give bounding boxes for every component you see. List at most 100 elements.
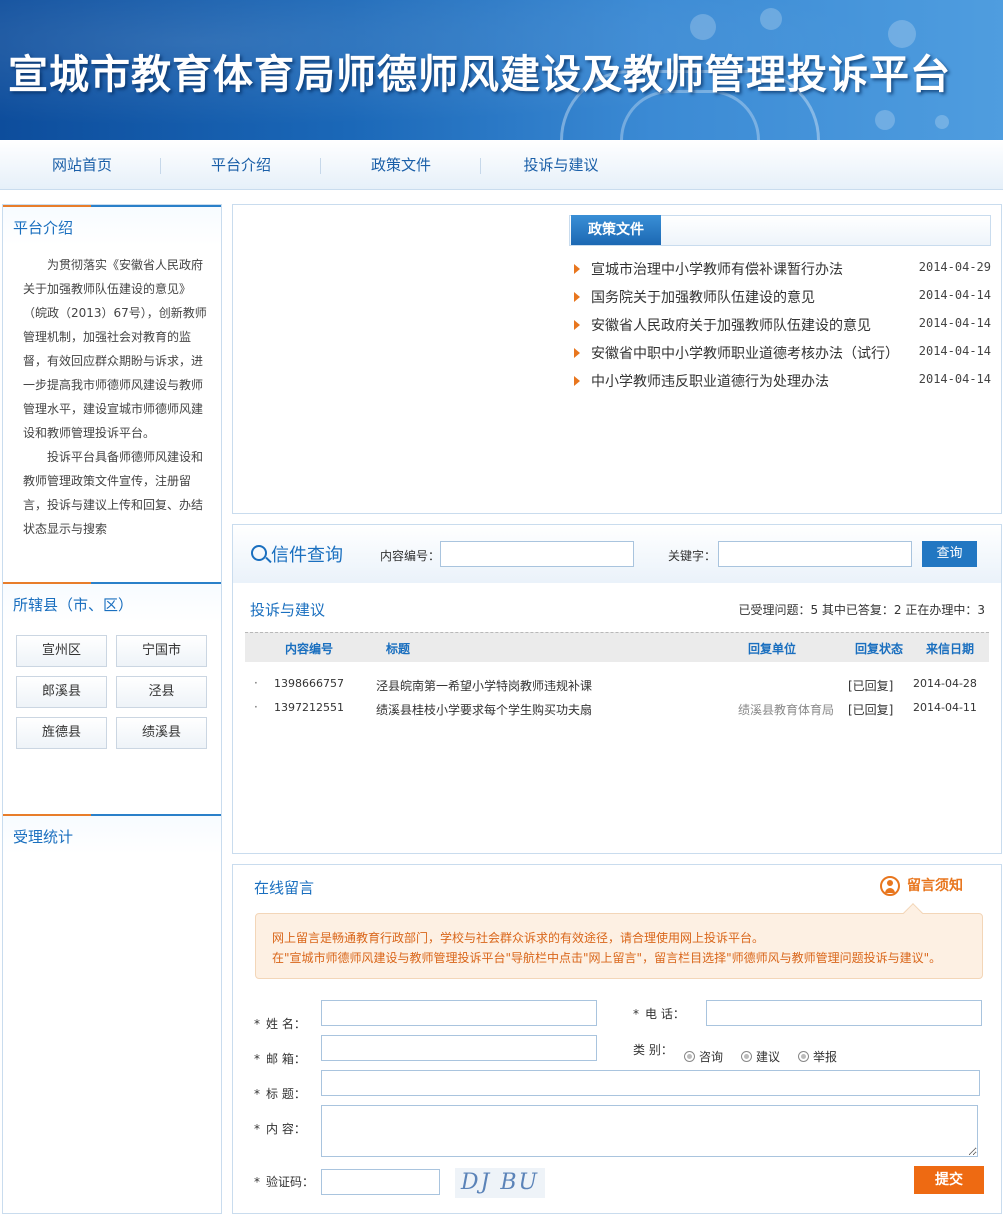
content-label: * 内 容： [254, 1120, 306, 1137]
row-title[interactable]: 泾县皖南第一希望小学特岗教师违规补课 [376, 677, 592, 694]
option-label: 建议 [756, 1050, 781, 1064]
stats-panel-header: 受理统计 [3, 814, 221, 854]
keyword-input[interactable] [718, 541, 912, 567]
triangle-bullet-icon [574, 376, 580, 386]
triangle-bullet-icon [574, 320, 580, 330]
phone-input[interactable] [706, 1000, 982, 1026]
counties-panel: 所辖县（市、区） 宣州区 宁国市 郎溪县 泾县 旌德县 绩溪县 [2, 582, 222, 814]
row-date: 2014-04-28 [913, 677, 977, 690]
row-status: [已回复] [848, 679, 894, 693]
header-accent [3, 582, 91, 584]
policy-item-title: 安徽省中职中小学教师职业道德考核办法（试行） [591, 346, 899, 362]
policy-item-date: 2014-04-14 [918, 372, 991, 386]
category-option-report[interactable]: 举报 [798, 1048, 837, 1065]
county-button-jingxian[interactable]: 泾县 [116, 676, 207, 708]
column-header-status: 回复状态 [855, 642, 904, 656]
banner-bubble [935, 115, 949, 129]
intro-panel-header: 平台介绍 [3, 205, 221, 245]
row-code: 1398666757 [274, 677, 344, 690]
triangle-bullet-icon [574, 348, 580, 358]
row-code: 1397212551 [274, 701, 344, 714]
row-bullet: · [254, 676, 258, 690]
email-label: * 邮 箱： [254, 1050, 306, 1067]
row-date: 2014-04-11 [913, 701, 977, 714]
query-button[interactable]: 查询 [922, 541, 977, 567]
intro-title: 平台介绍 [13, 219, 74, 237]
nav-home[interactable]: 网站首页 [2, 140, 162, 190]
nav-intro[interactable]: 平台介绍 [161, 140, 321, 190]
captcha-input[interactable] [321, 1169, 440, 1195]
county-button-xuanzhou[interactable]: 宣州区 [16, 635, 107, 667]
content-textarea[interactable] [321, 1105, 978, 1157]
policy-item-date: 2014-04-14 [918, 316, 991, 330]
site-title: 宣城市教育体育局师德师风建设及教师管理投诉平台 [8, 52, 951, 98]
policy-item[interactable]: 中小学教师违反职业道德行为处理办法 2014-04-14 [571, 367, 991, 395]
captcha-label-text: 验证码： [266, 1175, 315, 1189]
row-bullet: · [254, 700, 258, 714]
category-option-consult[interactable]: 咨询 [684, 1048, 723, 1065]
category-label: 类 别： [633, 1043, 673, 1057]
notice-box: 网上留言是畅通教育行政部门，学校与社会群众诉求的有效途径，请合理使用网上投诉平台… [255, 903, 983, 979]
header-accent [3, 205, 91, 207]
captcha-image[interactable]: DJ BU [455, 1168, 545, 1198]
tab-policy[interactable]: 政策文件 [571, 215, 661, 245]
notice-caret [903, 903, 923, 923]
option-label: 举报 [813, 1050, 838, 1064]
county-button-ningguo[interactable]: 宁国市 [116, 635, 207, 667]
site-banner: 宣城市教育体育局师德师风建设及教师管理投诉平台 [0, 0, 1003, 140]
subject-input[interactable] [321, 1070, 980, 1096]
search-icon [251, 545, 267, 561]
content-label-text: 内 容： [266, 1122, 306, 1136]
category-option-suggest[interactable]: 建议 [741, 1048, 780, 1065]
column-header-title: 标题 [386, 642, 411, 656]
query-bar: 信件查询 内容编号： 关键字： 查询 [233, 525, 1001, 583]
name-label: * 姓 名： [254, 1015, 306, 1032]
notice-line: 在"宣城市师德师风建设与教师管理投诉平台"导航栏中点击"网上留言"，留言栏目选择… [272, 951, 942, 965]
message-title: 在线留言 [254, 879, 315, 897]
table-row[interactable]: · 1397212551 绩溪县桂枝小学要求每个学生购买功夫扇 绩溪县教育体育局… [245, 697, 989, 721]
required-mark: * [254, 1052, 260, 1066]
submit-button[interactable]: 提交 [914, 1166, 984, 1194]
header-accent [3, 814, 91, 816]
counties-panel-header: 所辖县（市、区） [3, 582, 221, 622]
captcha-label: * 验证码： [254, 1173, 314, 1190]
triangle-bullet-icon [574, 292, 580, 302]
policy-item[interactable]: 安徽省人民政府关于加强教师队伍建设的意见 2014-04-14 [571, 311, 991, 339]
banner-bubble [760, 8, 782, 30]
required-mark: * [254, 1175, 260, 1189]
complaints-stats: 已受理问题：5 其中已答复：2 正在办理中：3 [738, 603, 985, 617]
nav-policy[interactable]: 政策文件 [321, 140, 481, 190]
nav-complaints[interactable]: 投诉与建议 [481, 140, 641, 190]
name-input[interactable] [321, 1000, 597, 1026]
row-title[interactable]: 绩溪县桂枝小学要求每个学生购买功夫扇 [376, 701, 592, 718]
phone-label-text: 电 话： [645, 1007, 685, 1021]
option-label: 咨询 [699, 1050, 724, 1064]
radio-icon [741, 1051, 752, 1062]
stats-panel: 受理统计 [2, 814, 222, 1214]
code-input[interactable] [440, 541, 634, 567]
main-nav: 网站首页 平台介绍 政策文件 投诉与建议 [0, 140, 1003, 190]
code-label: 内容编号： [380, 549, 441, 563]
table-header: 内容编号 标题 回复单位 回复状态 来信日期 [245, 632, 989, 662]
banner-bubble [875, 110, 895, 130]
query-panel: 信件查询 内容编号： 关键字： 查询 投诉与建议 已受理问题：5 其中已答复：2… [232, 524, 1002, 854]
county-button-jingde[interactable]: 旌德县 [16, 717, 107, 749]
notice-link[interactable]: 留言须知 [907, 875, 963, 895]
column-header-code: 内容编号 [285, 642, 334, 656]
required-mark: * [633, 1007, 639, 1021]
counties-title: 所辖县（市、区） [13, 596, 134, 614]
policy-item-title: 安徽省人民政府关于加强教师队伍建设的意见 [591, 318, 871, 334]
policy-item[interactable]: 国务院关于加强教师队伍建设的意见 2014-04-14 [571, 283, 991, 311]
policy-item[interactable]: 宣城市治理中小学教师有偿补课暂行办法 2014-04-29 [571, 255, 991, 283]
email-label-text: 邮 箱： [266, 1052, 306, 1066]
policy-item[interactable]: 安徽省中职中小学教师职业道德考核办法（试行） 2014-04-14 [571, 339, 991, 367]
required-mark: * [254, 1087, 260, 1101]
subject-label-text: 标 题： [266, 1087, 306, 1101]
county-button-langxi[interactable]: 郎溪县 [16, 676, 107, 708]
table-row[interactable]: · 1398666757 泾县皖南第一希望小学特岗教师违规补课 [已回复] 20… [245, 673, 989, 697]
required-mark: * [254, 1122, 260, 1136]
county-button-jixi[interactable]: 绩溪县 [116, 717, 207, 749]
phone-label: * 电 话： [633, 1005, 685, 1022]
triangle-bullet-icon [574, 264, 580, 274]
email-input[interactable] [321, 1035, 597, 1061]
